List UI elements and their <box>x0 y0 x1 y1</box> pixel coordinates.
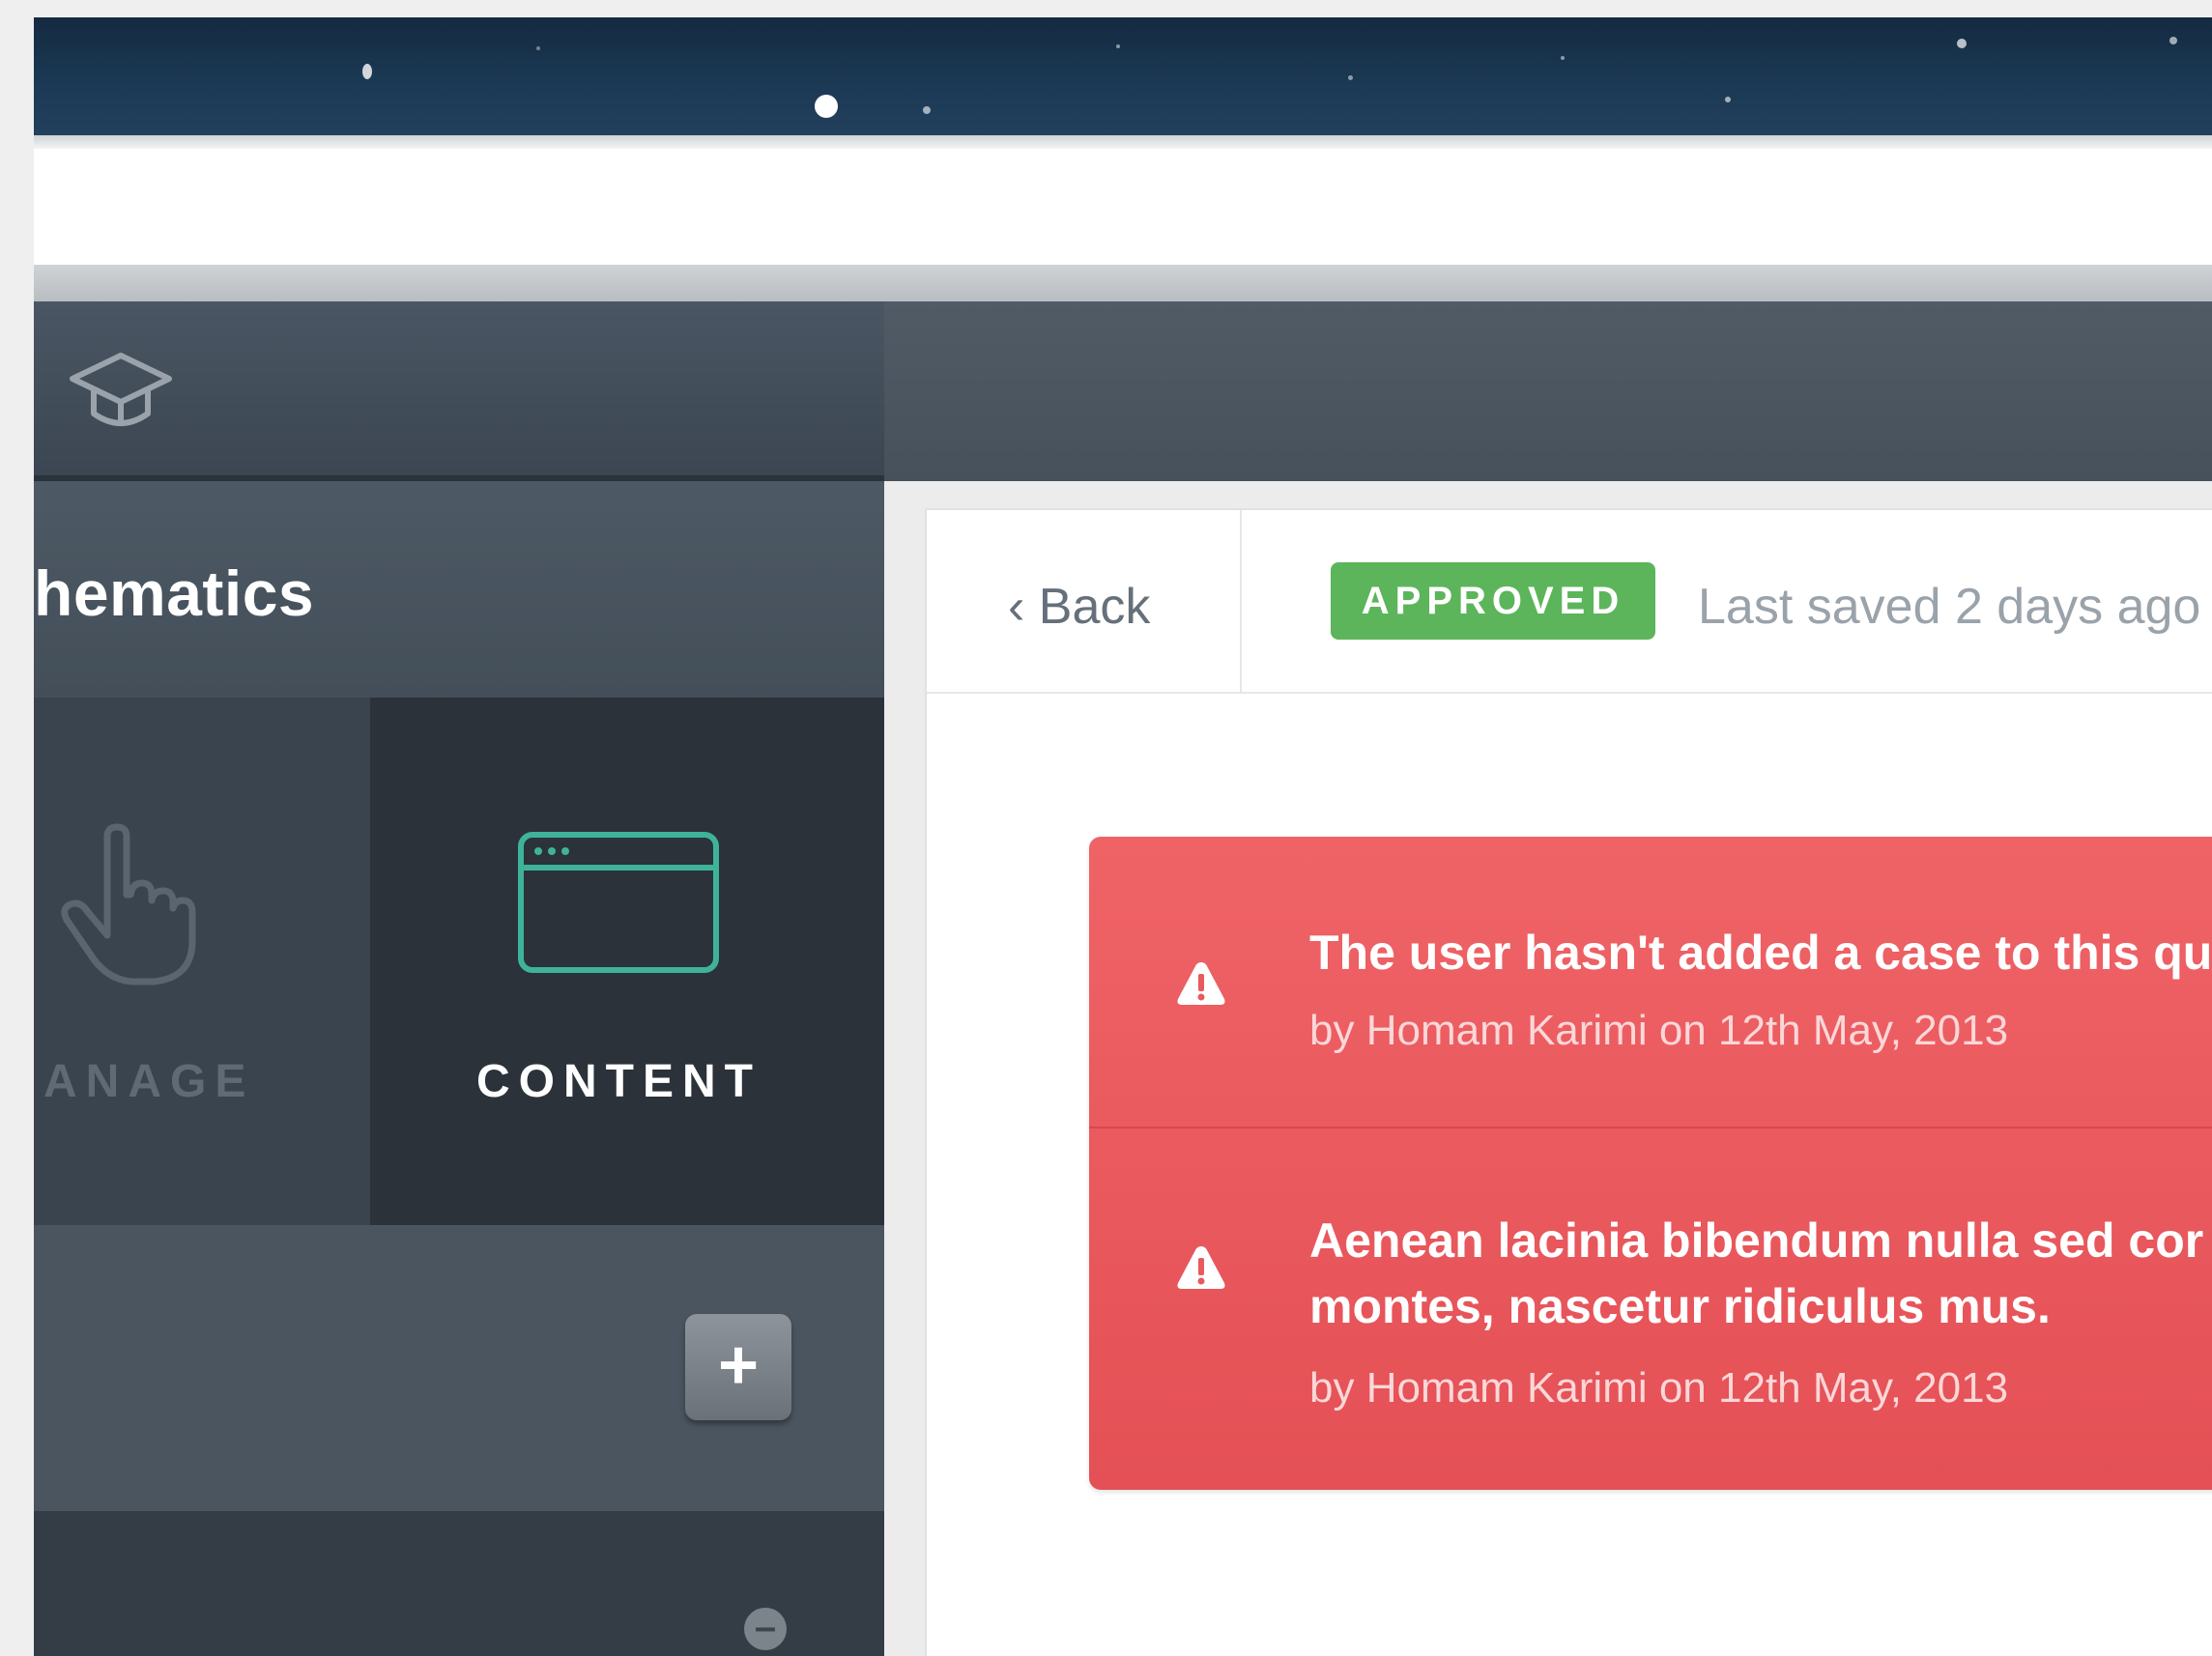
add-button[interactable]: + <box>685 1314 791 1420</box>
browser-window-icon <box>518 832 719 973</box>
alert-item[interactable]: The user hasn't added a case to this qu … <box>1089 837 2212 1128</box>
status-badge: APPROVED <box>1331 562 1655 640</box>
alert-item[interactable]: Aenean lacinia bibendum nulla sed cor mo… <box>1089 1128 2212 1490</box>
banner-edge <box>34 135 2212 149</box>
main-header <box>884 301 2212 481</box>
alert-message-line: montes, nascetur ridiculus mus. <box>1309 1279 2051 1333</box>
alert-box: The user hasn't added a case to this qu … <box>1089 837 2212 1490</box>
sidebar-list-item[interactable]: – <box>34 1511 884 1656</box>
hand-pointer-icon <box>61 823 196 985</box>
back-link[interactable]: ‹ Back <box>1008 578 1150 636</box>
alert-message: The user hasn't added a case to this qu <box>1309 926 2212 980</box>
browser-bar <box>34 149 2212 265</box>
warning-icon <box>1177 1246 1225 1289</box>
warning-icon <box>1177 962 1225 1005</box>
tab-content[interactable]: CONTENT <box>370 698 884 1225</box>
graduation-cap-icon[interactable] <box>63 340 179 437</box>
sidebar-header <box>34 301 884 481</box>
alert-meta: by Homam Karimi on 12th May, 2013 <box>1309 1007 2009 1054</box>
alert-message-line: Aenean lacinia bibendum nulla sed cor <box>1309 1213 2204 1268</box>
toolbar-divider <box>1240 510 1242 692</box>
tab-manage-label: ANAGE <box>43 1056 255 1107</box>
tab-manage[interactable]: ANAGE <box>34 698 370 1225</box>
alert-message: Aenean lacinia bibendum nulla sed cor mo… <box>1309 1208 2203 1339</box>
alert-meta: by Homam Karimi on 12th May, 2013 <box>1309 1364 2009 1412</box>
last-saved-text: Last saved 2 days ago <box>1698 579 2201 635</box>
course-title-bar: hematics <box>34 481 884 698</box>
course-title: hematics <box>34 557 315 629</box>
bar-shadow <box>34 265 2212 301</box>
card-toolbar: ‹ Back APPROVED Last saved 2 days ago <box>927 510 2212 694</box>
app-frame: hematics ANAGE CONTENT + – ‹ Back APPROV… <box>34 17 2212 1656</box>
sidebar-add-row: + <box>34 1225 884 1511</box>
tab-content-label: CONTENT <box>476 1056 761 1107</box>
remove-icon[interactable]: – <box>744 1608 787 1650</box>
starry-banner <box>34 17 2212 135</box>
